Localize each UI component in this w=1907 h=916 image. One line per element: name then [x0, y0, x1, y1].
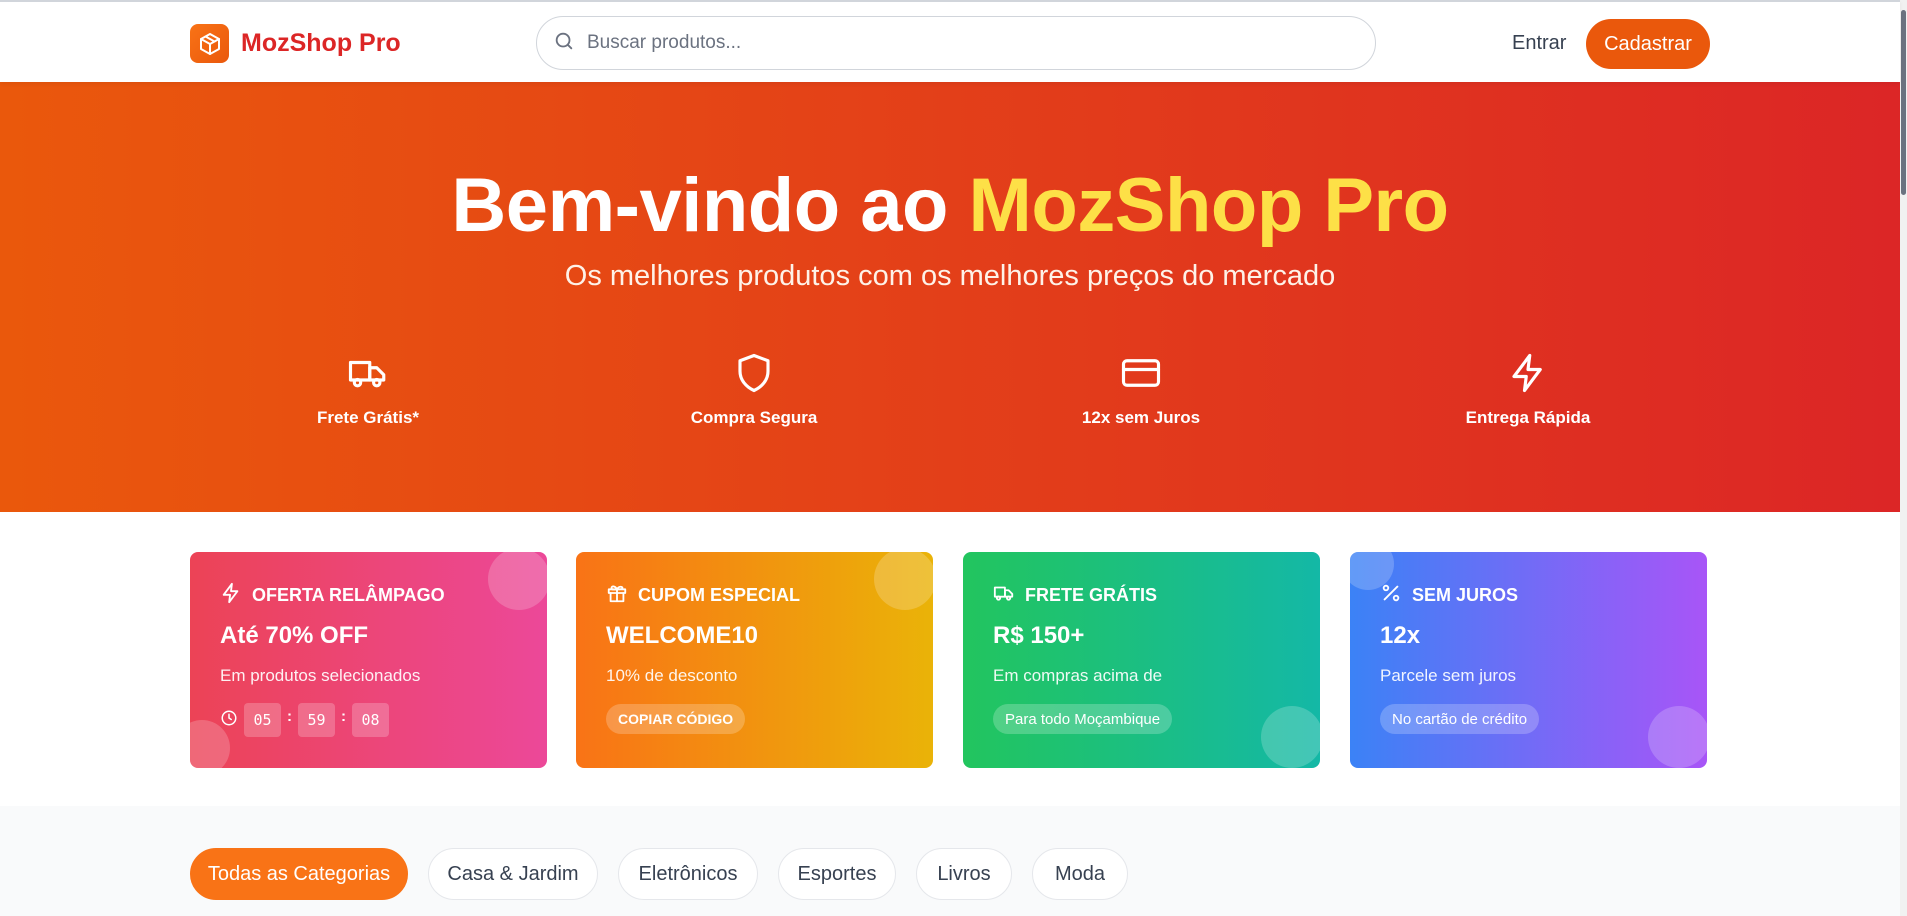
promo-description: Em compras acima de: [993, 666, 1163, 685]
coupon-code: WELCOME10: [606, 622, 759, 649]
promo-description: Em produtos selecionados: [220, 666, 421, 685]
scrollbar-thumb[interactable]: [1901, 10, 1906, 195]
promo-card-free-shipping[interactable]: FRETE GRÁTIS R$ 150+ Em compras acima de…: [963, 552, 1320, 768]
decorative-circle: [488, 552, 547, 610]
feature-label: Frete Grátis*: [316, 408, 420, 427]
category-electronics[interactable]: Eletrônicos: [618, 848, 758, 900]
decorative-circle: [1261, 706, 1320, 768]
hero-subtitle: Os melhores produtos com os melhores pre…: [564, 260, 1336, 292]
promo-heading-text: CUPOM ESPECIAL: [638, 585, 801, 605]
timer-separator: :: [287, 707, 292, 725]
truck-icon: [993, 582, 1015, 609]
promo-badge: No cartão de crédito: [1380, 704, 1540, 734]
feature-secure-purchase: Compra Segura: [634, 352, 874, 428]
feature-label: Compra Segura: [690, 408, 818, 427]
search-bar[interactable]: [536, 16, 1376, 70]
category-filter-bar: Todas as Categorias Casa & Jardim Eletrô…: [0, 806, 1900, 916]
top-header: MozShop Pro Entrar Cadastrar: [0, 0, 1900, 82]
decorative-circle: [874, 552, 933, 610]
feature-fast-delivery: Entrega Rápida: [1408, 352, 1648, 428]
lightning-icon: [220, 582, 242, 609]
clock-icon: [220, 709, 238, 732]
feature-installments: 12x sem Juros: [1021, 352, 1261, 428]
timer-separator: :: [341, 707, 346, 725]
gift-icon: [606, 582, 628, 609]
category-all[interactable]: Todas as Categorias: [190, 848, 408, 900]
promo-heading-text: SEM JUROS: [1412, 585, 1519, 605]
timer-minutes: 59: [298, 703, 335, 737]
feature-label: 12x sem Juros: [1081, 408, 1201, 427]
signup-button[interactable]: Cadastrar: [1586, 19, 1710, 69]
promo-heading: FRETE GRÁTIS: [993, 582, 1157, 609]
promo-highlight: Até 70% OFF: [220, 622, 369, 649]
login-link[interactable]: Entrar: [1512, 32, 1566, 55]
promo-heading: SEM JUROS: [1380, 582, 1518, 609]
category-home-garden[interactable]: Casa & Jardim: [428, 848, 598, 900]
shield-icon: [634, 352, 874, 394]
feature-label: Entrega Rápida: [1465, 408, 1591, 427]
category-fashion[interactable]: Moda: [1032, 848, 1128, 900]
promo-badge: Para todo Moçambique: [993, 704, 1173, 734]
hero-title-prefix: Bem-vindo ao: [451, 163, 969, 248]
timer-hours: 05: [244, 703, 281, 737]
countdown-timer: 05 : 59 : 08: [220, 703, 389, 737]
promo-heading-text: FRETE GRÁTIS: [1025, 585, 1158, 605]
promo-description: 10% de desconto: [606, 666, 738, 685]
promo-card-flash-sale[interactable]: OFERTA RELÂMPAGO Até 70% OFF Em produtos…: [190, 552, 547, 768]
promo-heading: OFERTA RELÂMPAGO: [220, 582, 445, 609]
logo-text: MozShop Pro: [241, 29, 401, 57]
promo-card-coupon[interactable]: CUPOM ESPECIAL WELCOME10 10% de desconto…: [576, 552, 933, 768]
category-sports[interactable]: Esportes: [778, 848, 896, 900]
decorative-circle: [1648, 706, 1707, 768]
promo-highlight: 12x: [1380, 622, 1421, 649]
hero-banner: Bem-vindo ao MozShop Pro Os melhores pro…: [0, 82, 1900, 512]
lightning-icon: [1408, 352, 1648, 394]
promo-card-no-interest[interactable]: SEM JUROS 12x Parcele sem juros No cartã…: [1350, 552, 1707, 768]
feature-free-shipping: Frete Grátis*: [248, 352, 488, 428]
category-books[interactable]: Livros: [916, 848, 1012, 900]
timer-seconds: 08: [352, 703, 389, 737]
promo-description: Parcele sem juros: [1380, 666, 1517, 685]
search-icon: [553, 30, 575, 57]
promo-heading: CUPOM ESPECIAL: [606, 582, 800, 609]
logo-link[interactable]: MozShop Pro: [190, 24, 401, 63]
promo-heading-text: OFERTA RELÂMPAGO: [252, 585, 445, 605]
copy-code-button[interactable]: COPIAR CÓDIGO: [606, 704, 746, 734]
credit-card-icon: [1021, 352, 1261, 394]
truck-icon: [248, 352, 488, 394]
promo-section: OFERTA RELÂMPAGO Até 70% OFF Em produtos…: [0, 512, 1900, 806]
hero-title-brand: MozShop Pro: [968, 163, 1450, 248]
hero-title: Bem-vindo ao MozShop Pro: [0, 162, 1900, 249]
search-input[interactable]: [587, 32, 1347, 54]
package-icon: [190, 24, 229, 63]
percent-icon: [1380, 582, 1402, 609]
promo-highlight: R$ 150+: [993, 622, 1085, 649]
